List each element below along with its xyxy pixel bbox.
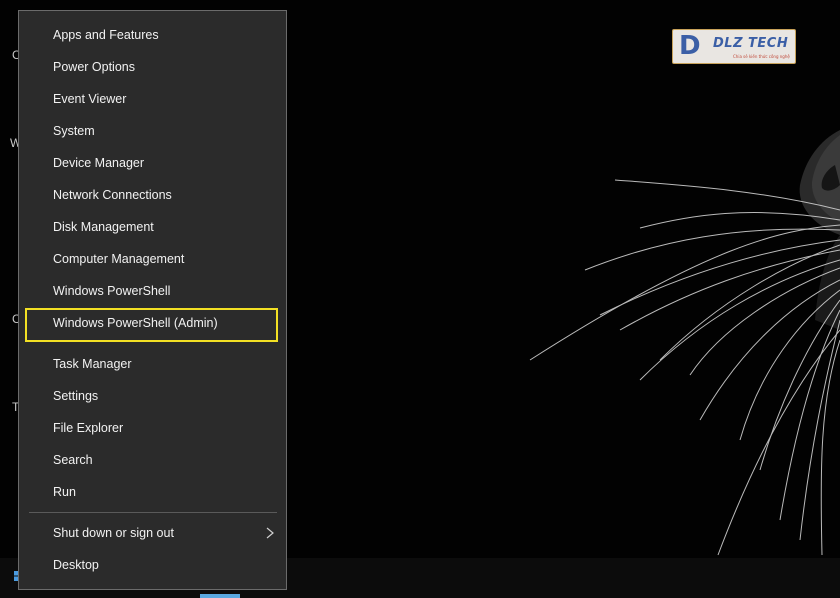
menu-item-label: Windows PowerShell (Admin): [53, 316, 218, 330]
menu-item-event-viewer[interactable]: Event Viewer: [19, 86, 286, 112]
menu-item-task-manager[interactable]: Task Manager: [19, 351, 286, 377]
menu-item-shut-down-or-sign-out[interactable]: Shut down or sign out: [19, 520, 286, 546]
winx-context-menu: Apps and Features Power Options Event Vi…: [18, 10, 287, 590]
menu-item-label: Search: [53, 453, 93, 467]
menu-divider: [29, 512, 277, 513]
menu-item-label: Power Options: [53, 60, 135, 74]
menu-item-search[interactable]: Search: [19, 447, 286, 473]
menu-item-apps-and-features[interactable]: Apps and Features: [19, 22, 286, 48]
menu-item-label: File Explorer: [53, 421, 124, 435]
menu-item-label: Disk Management: [53, 220, 154, 234]
menu-item-computer-management[interactable]: Computer Management: [19, 246, 286, 272]
brand-logo-icon: D: [679, 31, 701, 61]
menu-item-label: Computer Management: [53, 252, 185, 266]
menu-item-system[interactable]: System: [19, 118, 286, 144]
menu-item-settings[interactable]: Settings: [19, 383, 286, 409]
menu-item-desktop[interactable]: Desktop: [19, 552, 286, 578]
menu-item-label: Desktop: [53, 558, 99, 572]
taskbar-active-indicator: [200, 594, 240, 598]
menu-item-device-manager[interactable]: Device Manager: [19, 150, 286, 176]
menu-item-windows-powershell-admin[interactable]: Windows PowerShell (Admin): [19, 310, 286, 336]
brand-name: DLZ TECH: [713, 36, 789, 51]
menu-item-power-options[interactable]: Power Options: [19, 54, 286, 80]
menu-item-file-explorer[interactable]: File Explorer: [19, 415, 286, 441]
brand-watermark: D DLZ TECH Chia sẻ kiến thức công nghệ: [672, 29, 796, 64]
menu-item-label: Device Manager: [53, 156, 145, 170]
brand-tagline: Chia sẻ kiến thức công nghệ: [733, 54, 790, 59]
menu-item-disk-management[interactable]: Disk Management: [19, 214, 286, 240]
menu-item-label: Settings: [53, 389, 99, 403]
chevron-right-icon: [266, 527, 274, 539]
menu-item-label: Windows PowerShell: [53, 284, 171, 298]
menu-item-label: Task Manager: [53, 357, 132, 371]
menu-item-label: Run: [53, 485, 76, 499]
menu-item-label: System: [53, 124, 95, 138]
menu-item-network-connections[interactable]: Network Connections: [19, 182, 286, 208]
background-window-edge: C W C T: [0, 0, 21, 598]
menu-item-windows-powershell[interactable]: Windows PowerShell: [19, 278, 286, 304]
menu-item-label: Shut down or sign out: [53, 526, 174, 540]
menu-item-label: Event Viewer: [53, 92, 127, 106]
menu-item-label: Apps and Features: [53, 28, 159, 42]
menu-item-label: Network Connections: [53, 188, 172, 202]
menu-item-run[interactable]: Run: [19, 479, 286, 505]
